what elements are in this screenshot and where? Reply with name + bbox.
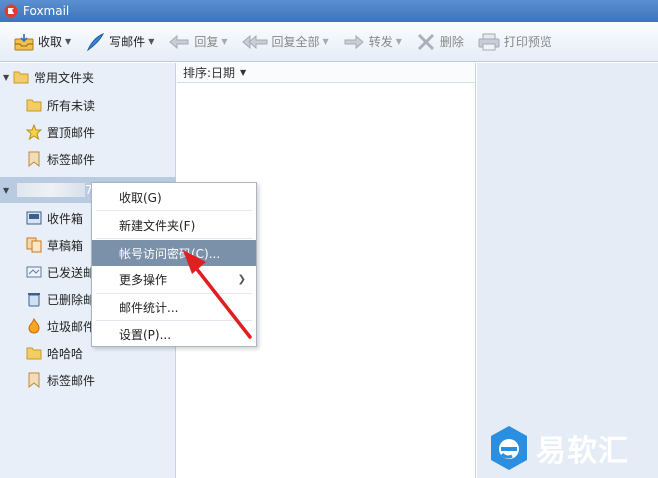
reply-button[interactable]: 回复 ▼ <box>162 27 233 57</box>
menu-item-label: 新建文件夹(F) <box>119 218 196 233</box>
sent-icon <box>26 266 42 278</box>
inbox-tray-icon <box>14 33 34 50</box>
folder-label: 置顶邮件 <box>47 125 96 140</box>
menu-item-label: 设置(P)... <box>119 327 172 342</box>
menu-item-new-folder[interactable]: 新建文件夹(F) <box>92 212 256 238</box>
receive-label: 收取 <box>38 35 63 49</box>
folder-pinned[interactable]: 置顶邮件 <box>0 119 176 145</box>
title-bar: Foxmail <box>0 0 658 22</box>
receive-button[interactable]: 收取 ▼ <box>8 27 77 57</box>
feather-pen-icon <box>87 32 105 51</box>
folder-tagged[interactable]: 标签邮件 <box>0 146 176 172</box>
menu-item-label: 邮件统计... <box>119 300 179 315</box>
sort-label: 排序:日期 <box>183 66 236 80</box>
folder-label: 垃圾邮件 <box>47 319 96 334</box>
compose-label: 写邮件 <box>109 35 146 49</box>
preview-pane <box>477 63 658 478</box>
folder-icon <box>26 99 42 112</box>
expand-triangle-icon[interactable]: ▼ <box>3 186 13 195</box>
menu-item-mail-stats[interactable]: 邮件统计... <box>92 294 256 320</box>
delete-button[interactable]: 删除 <box>410 27 470 57</box>
menu-separator <box>96 210 252 211</box>
trash-can-icon <box>28 293 40 307</box>
folder-favorites[interactable]: ▼ 常用文件夹 <box>0 64 176 90</box>
folder-label: 收件箱 <box>47 211 84 226</box>
reply-label: 回复 <box>194 35 219 49</box>
menu-item-receive[interactable]: 收取(G) <box>92 184 256 210</box>
reply-arrow-icon <box>169 34 189 49</box>
compose-button[interactable]: 写邮件 ▼ <box>79 27 160 57</box>
chevron-down-icon[interactable]: ▼ <box>65 37 71 46</box>
chevron-down-icon[interactable]: ▼ <box>240 68 246 77</box>
foxmail-logo-icon <box>4 4 18 18</box>
folder-label: 标签邮件 <box>47 152 96 167</box>
watermark: 易软汇 <box>488 418 658 478</box>
toolbar: 收取 ▼ 写邮件 ▼ 回复 ▼ 回复全部 ▼ 转发 ▼ 删除 打印预览 <box>0 22 658 62</box>
chevron-down-icon[interactable]: ▼ <box>323 37 329 46</box>
menu-item-more-actions[interactable]: 更多操作 ❯ <box>92 266 256 292</box>
menu-item-account-password[interactable]: 帐号访问密码(C)... <box>92 240 256 266</box>
reply-all-arrow-icon <box>241 34 268 49</box>
watermark-text: 易软汇 <box>536 434 629 469</box>
window-title: Foxmail <box>23 4 70 18</box>
bookmark-tag-icon <box>28 372 40 388</box>
menu-item-label: 收取(G) <box>119 190 162 205</box>
inbox-icon <box>26 211 42 225</box>
menu-item-label: 帐号访问密码(C)... <box>119 246 221 261</box>
bookmark-tag-icon <box>28 151 40 167</box>
folder-icon <box>13 71 29 84</box>
folder-all-unread[interactable]: 所有未读 <box>0 92 176 118</box>
folder-label: 标签邮件 <box>47 373 96 388</box>
chevron-down-icon[interactable]: ▼ <box>221 37 227 46</box>
printer-icon <box>478 33 500 50</box>
print-preview-button[interactable]: 打印预览 <box>472 27 558 57</box>
reply-all-button[interactable]: 回复全部 ▼ <box>236 27 335 57</box>
folder-label: 哈哈哈 <box>47 346 84 361</box>
reply-all-label: 回复全部 <box>271 35 320 49</box>
fire-icon <box>28 318 40 334</box>
forward-label: 转发 <box>368 35 393 49</box>
chevron-down-icon[interactable]: ▼ <box>148 37 154 46</box>
watermark-logo-icon <box>491 426 527 470</box>
menu-item-settings[interactable]: 设置(P)... <box>92 321 256 347</box>
folder-label: 已发送邮 <box>47 265 96 280</box>
forward-button[interactable]: 转发 ▼ <box>337 27 408 57</box>
folder-label: 已删除邮 <box>47 292 96 307</box>
drafts-icon <box>26 237 42 253</box>
delete-label: 删除 <box>439 35 464 49</box>
forward-arrow-icon <box>344 34 364 49</box>
account-name-redacted <box>17 183 85 197</box>
folder-label: 常用文件夹 <box>34 70 95 85</box>
folder-label: 草稿箱 <box>47 238 84 253</box>
chevron-down-icon[interactable]: ▼ <box>396 37 402 46</box>
chevron-right-icon: ❯ <box>237 273 246 285</box>
folder-tagged-account[interactable]: 标签邮件 <box>0 367 176 393</box>
sort-header[interactable]: 排序:日期 ▼ <box>177 63 475 83</box>
print-preview-label: 打印预览 <box>503 35 552 49</box>
menu-separator <box>96 238 252 239</box>
folder-icon <box>26 347 42 360</box>
star-icon <box>26 124 42 140</box>
menu-item-label: 更多操作 <box>119 272 168 287</box>
folder-label: 所有未读 <box>47 98 96 113</box>
account-context-menu: 收取(G) 新建文件夹(F) 帐号访问密码(C)... 更多操作 ❯ 邮件统计.… <box>91 182 257 347</box>
expand-triangle-icon[interactable]: ▼ <box>3 73 13 82</box>
delete-x-icon <box>417 33 434 50</box>
